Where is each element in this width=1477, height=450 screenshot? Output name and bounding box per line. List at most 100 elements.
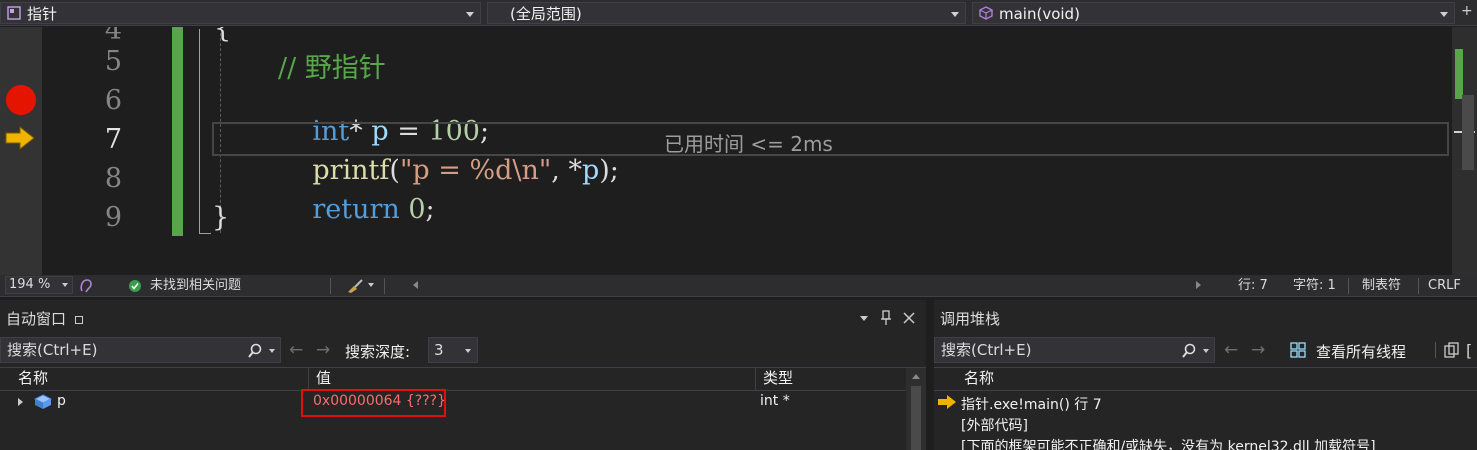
function-dropdown[interactable]: main(void) — [972, 2, 1455, 24]
column-separator[interactable] — [755, 368, 756, 390]
change-marker — [1455, 49, 1463, 99]
function-cube-icon — [979, 6, 993, 20]
code-comment: // 野指针 — [278, 53, 386, 84]
code-cleanup-brush-icon[interactable] — [346, 278, 366, 294]
autos-title: 自动窗口 — [6, 308, 83, 329]
search-depth-label: 搜索深度: — [345, 343, 411, 361]
line-number: 6 — [104, 85, 122, 116]
close-icon[interactable] — [903, 312, 915, 324]
callstack-search-input[interactable]: 搜索(Ctrl+E) — [934, 337, 1215, 363]
chevron-down-icon — [465, 349, 471, 353]
check-circle-icon — [129, 280, 141, 292]
char-indicator[interactable]: 字符: 1 — [1293, 276, 1336, 296]
view-all-threads-button[interactable]: 查看所有线程 — [1316, 341, 1406, 362]
code-editor[interactable]: 4 5 6 7 8 9 { // 野指针 int* p = 100; print… — [0, 27, 1477, 275]
column-header-value[interactable]: 值 — [316, 368, 331, 390]
column-header-type[interactable]: 类型 — [763, 368, 793, 390]
search-placeholder: 搜索(Ctrl+E) — [7, 341, 98, 359]
window-menu-chevron-icon[interactable] — [860, 316, 868, 321]
search-forward-arrow-icon[interactable]: → — [1251, 340, 1265, 360]
autos-title-text: 自动窗口 — [6, 310, 67, 328]
chevron-down-icon[interactable] — [269, 349, 275, 353]
open-brace: { — [214, 27, 232, 44]
close-brace: } — [212, 202, 230, 233]
scroll-right-icon[interactable] — [1196, 281, 1201, 289]
search-placeholder: 搜索(Ctrl+E) — [941, 341, 1032, 359]
split-window-button[interactable]: + — [1461, 3, 1473, 19]
scope-name: (全局范围) — [510, 5, 582, 23]
project-dropdown[interactable]: 指针 — [0, 2, 481, 24]
token: , * — [551, 155, 582, 186]
project-name: 指针 — [27, 5, 58, 23]
chevron-down-icon[interactable] — [1203, 349, 1209, 353]
separator — [330, 278, 331, 294]
ear-icon[interactable] — [78, 278, 94, 294]
call-stack-window: 调用堆栈 搜索(Ctrl+E) ← → 查看所有线程 [ 名称 指针.exe!m… — [934, 300, 1477, 450]
variable-icon — [34, 394, 52, 409]
pin-icon[interactable] — [880, 310, 892, 326]
token: ; — [425, 194, 435, 225]
separator — [1435, 342, 1436, 358]
separator — [1418, 278, 1419, 294]
chevron-down-icon — [62, 283, 68, 287]
chevron-down-icon — [466, 12, 474, 17]
copy-icon[interactable] — [1444, 342, 1460, 358]
line-indicator[interactable]: 行: 7 — [1238, 276, 1268, 296]
scroll-up-icon[interactable] — [912, 374, 920, 379]
search-depth-dropdown[interactable]: 3 — [428, 337, 478, 363]
scrollbar-thumb[interactable] — [911, 386, 921, 450]
eol-indicator[interactable]: CRLF — [1428, 276, 1461, 296]
callstack-title: 调用堆栈 — [940, 310, 1001, 328]
token: return — [312, 194, 400, 225]
navigation-bar: 指针 (全局范围) main(void) + — [0, 0, 1477, 26]
scrollbar-thumb[interactable] — [1462, 95, 1474, 170]
current-statement-arrow-icon — [5, 126, 35, 150]
separator — [384, 278, 385, 294]
tabs-indicator[interactable]: 制表符 — [1362, 276, 1401, 296]
column-header-name[interactable]: 名称 — [18, 368, 48, 390]
editor-status-bar: 194 % 未找到相关问题 行: 7 字符: 1 制表符 CRLF — [0, 275, 1477, 297]
more-tools-button[interactable]: [ — [1466, 341, 1472, 360]
separator — [1348, 278, 1349, 294]
zoom-dropdown[interactable]: 194 % — [5, 276, 73, 294]
vertical-scrollbar[interactable] — [906, 368, 926, 450]
stack-frame[interactable]: [下面的框架可能不正确和/或缺失，没有为 kernel32.dll 加载符号] — [961, 436, 1376, 450]
search-icon[interactable] — [1181, 343, 1197, 359]
table-row[interactable]: p 0x00000064 {???} int * — [0, 389, 906, 417]
stack-frame[interactable]: 指针.exe!main() 行 7 — [961, 394, 1102, 414]
fold-guide — [199, 29, 200, 234]
row-type: int * — [760, 393, 790, 409]
autos-window: 自动窗口 搜索(Ctrl+E) ← → 搜索深度: 3 名称 值 类型 p 0x… — [0, 300, 926, 450]
chevron-down-icon — [1440, 12, 1448, 17]
search-forward-arrow-icon[interactable]: → — [316, 340, 330, 360]
row-value[interactable]: 0x00000064 {???} — [313, 393, 446, 409]
scope-dropdown[interactable]: (全局范围) — [487, 2, 966, 24]
divider — [934, 367, 1477, 368]
stack-frame[interactable]: [外部代码] — [961, 415, 1028, 435]
search-back-arrow-icon[interactable]: ← — [1224, 340, 1238, 360]
perf-tip[interactable]: 已用时间 <= 2ms — [664, 128, 833, 157]
breakpoint-icon[interactable] — [4, 83, 38, 117]
column-separator[interactable] — [308, 368, 309, 390]
divider — [934, 390, 1477, 391]
glyph-margin[interactable] — [0, 27, 42, 275]
token: 0 — [408, 194, 426, 225]
line-number: 8 — [104, 163, 122, 194]
search-back-arrow-icon[interactable]: ← — [289, 340, 303, 360]
window-icon — [74, 316, 83, 324]
search-depth-value: 3 — [434, 341, 444, 359]
vertical-scrollbar[interactable] — [1452, 27, 1477, 275]
issues-status[interactable]: 未找到相关问题 — [150, 276, 241, 296]
column-header-name[interactable]: 名称 — [964, 368, 994, 390]
scroll-left-icon[interactable] — [413, 281, 418, 289]
token: p — [581, 155, 600, 186]
threads-icon[interactable] — [1290, 342, 1306, 358]
chevron-down-icon — [951, 12, 959, 17]
autos-search-input[interactable]: 搜索(Ctrl+E) — [0, 337, 281, 363]
search-icon[interactable] — [247, 343, 263, 359]
line-number: 4 — [104, 27, 122, 46]
expand-arrow-icon[interactable] — [18, 398, 23, 406]
function-name: main(void) — [999, 5, 1080, 23]
chevron-down-icon[interactable] — [368, 283, 374, 287]
line-number: 5 — [104, 46, 122, 77]
